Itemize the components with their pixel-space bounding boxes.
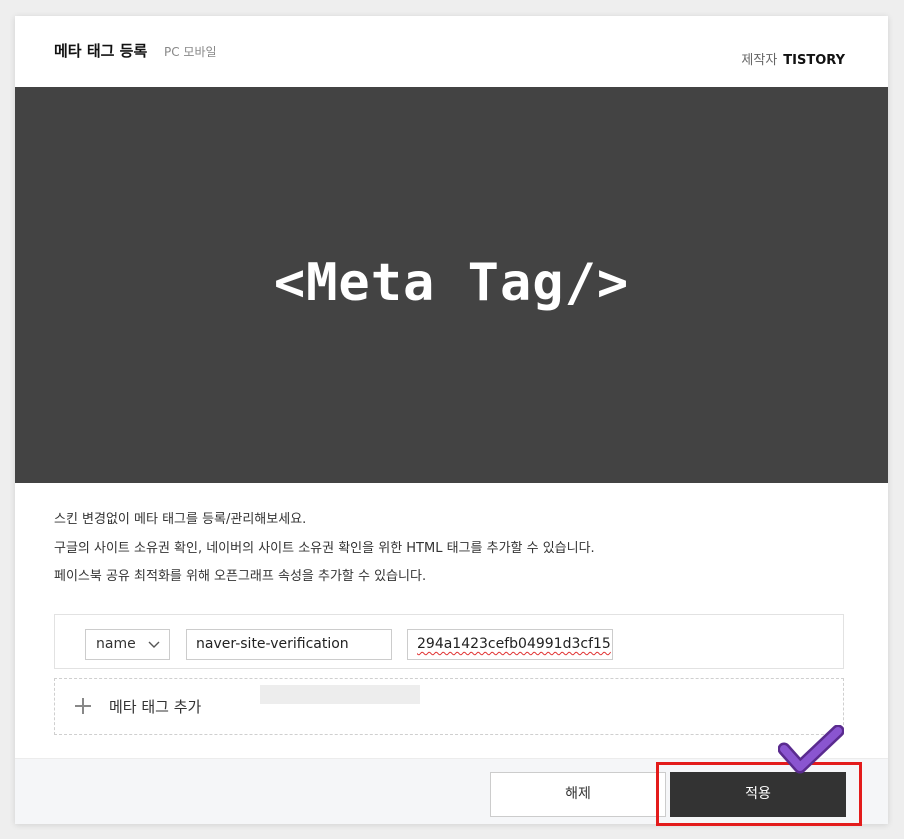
description-line: 스킨 변경없이 메타 태그를 등록/관리해보세요. xyxy=(54,512,307,527)
modal-header: 메타 태그 등록 PC 모바일 제작자 TISTORY xyxy=(15,16,888,87)
meta-content-input[interactable]: 294a1423cefb04991d3cf15 xyxy=(407,629,613,660)
meta-content-value: 294a1423cefb04991d3cf15 xyxy=(417,636,611,652)
preview-banner: <Meta Tag/> xyxy=(15,87,888,483)
attribute-type-select[interactable]: name xyxy=(85,629,170,660)
meta-tag-modal: 메타 태그 등록 PC 모바일 제작자 TISTORY <Meta Tag/> 스… xyxy=(15,16,888,824)
page-title: 메타 태그 등록 xyxy=(54,42,148,60)
chevron-down-icon xyxy=(148,641,160,648)
platform-subtitle: PC 모바일 xyxy=(164,45,217,59)
watermark-overlay xyxy=(260,685,420,704)
cancel-button[interactable]: 해제 xyxy=(490,772,666,817)
attribute-type-value: name xyxy=(96,636,136,652)
checkmark-icon xyxy=(778,725,844,774)
plus-icon xyxy=(75,698,91,714)
description: 스킨 변경없이 메타 태그를 등록/관리해보세요. 구글의 사이트 소유권 확인… xyxy=(54,512,595,598)
author-label: 제작자 xyxy=(741,53,778,68)
description-line: 페이스북 공유 최적화를 위해 오픈그래프 속성을 추가할 수 있습니다. xyxy=(54,569,427,584)
description-line: 구글의 사이트 소유권 확인, 네이버의 사이트 소유권 확인을 위한 HTML… xyxy=(54,540,595,556)
meta-tag-row: name naver-site-verification 294a1423cef… xyxy=(54,614,844,669)
author-info: 제작자 TISTORY xyxy=(741,49,845,68)
meta-name-input[interactable]: naver-site-verification xyxy=(186,629,392,660)
author-name: TISTORY xyxy=(783,53,845,68)
preview-text: <Meta Tag/> xyxy=(273,253,630,313)
add-meta-tag-label: 메타 태그 추가 xyxy=(109,698,202,716)
add-meta-tag-button[interactable]: 메타 태그 추가 xyxy=(54,678,844,735)
